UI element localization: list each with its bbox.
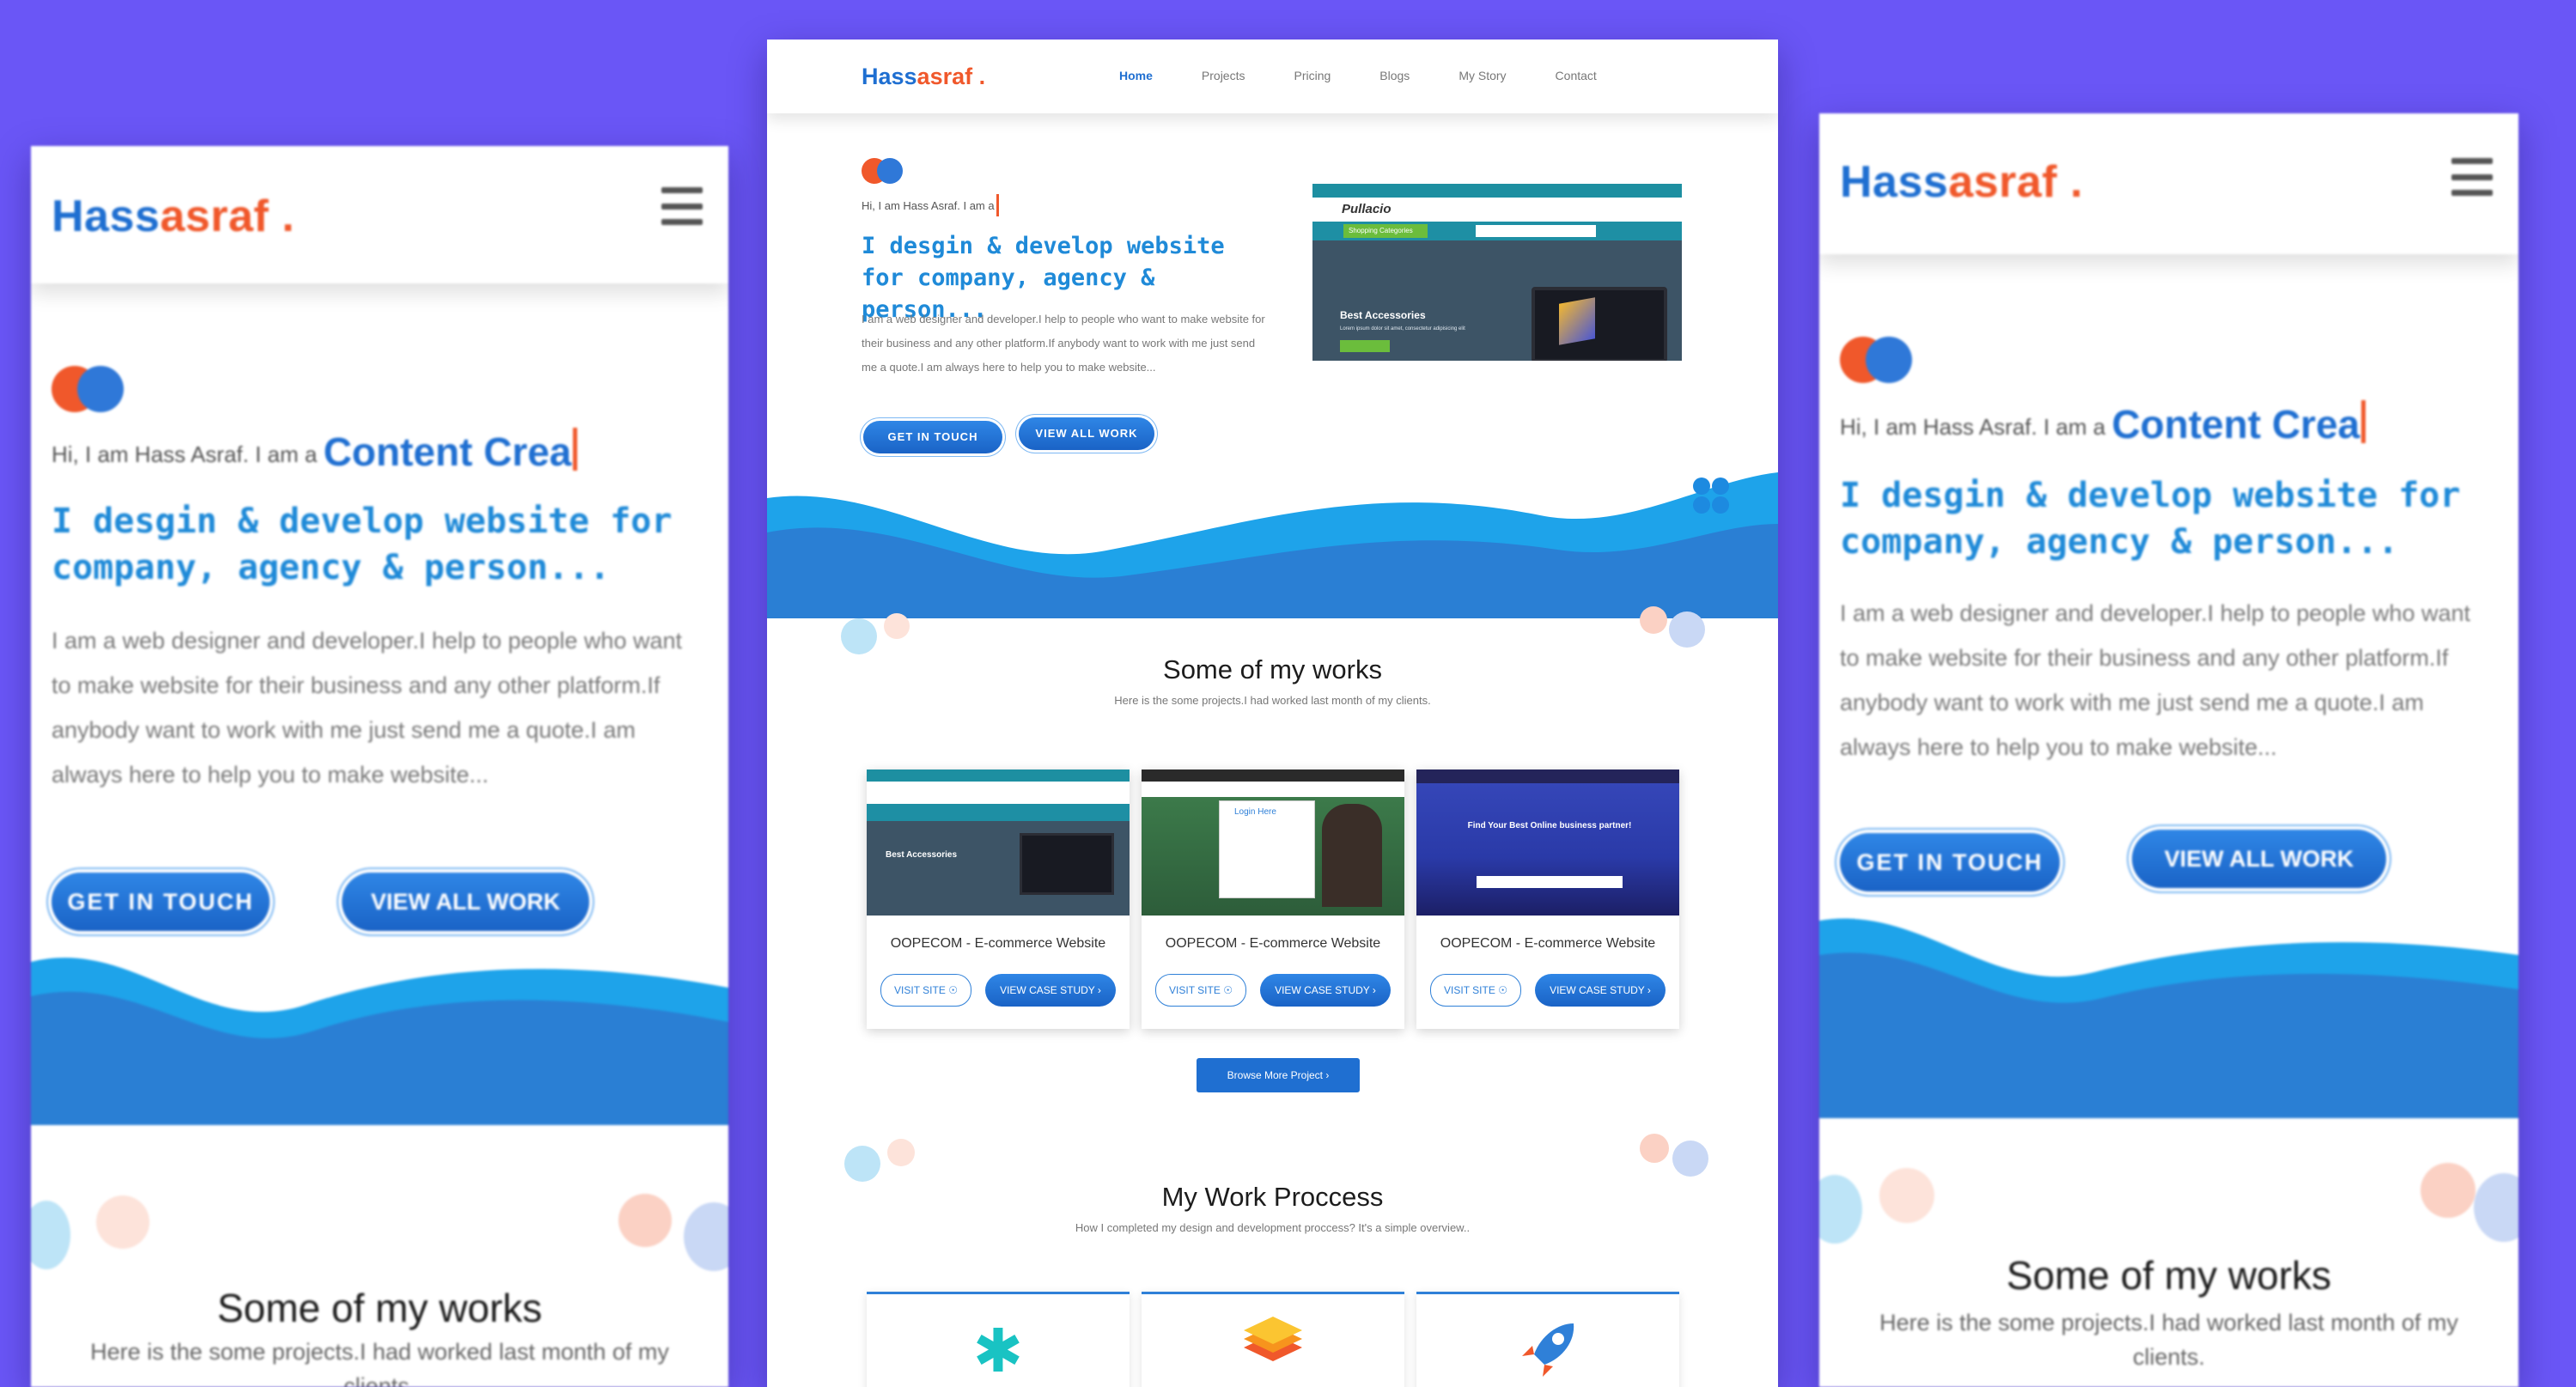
mobile-header: Hassasraf .: [1819, 113, 2518, 254]
hero-dots-icon: [862, 158, 913, 189]
hero-headline: I desgin & develop website for company, …: [52, 502, 673, 587]
project-name: OOPECOM - E-commerce Website: [1440, 936, 1656, 951]
decor-bubble: [1640, 1134, 1669, 1163]
decor-bubble: [1640, 606, 1667, 634]
decor-bubble: [618, 1194, 672, 1247]
view-case-study-button[interactable]: VIEW CASE STUDY ›: [1535, 974, 1666, 1007]
works-subtitle: Here is the some projects.I had worked l…: [1879, 1310, 2458, 1370]
typing-cursor: [573, 428, 578, 471]
decor-bubble: [1669, 611, 1705, 648]
decor-bubble: [31, 1201, 70, 1269]
hero-paragraph: I am a web designer and developer.I help…: [862, 313, 1265, 374]
typed-text: Content Crea: [323, 429, 572, 474]
works-title: Some of my works: [216, 1286, 543, 1330]
hero-intro: Hi, I am Hass Asraf. I am a Content Crea: [1840, 400, 2366, 447]
project-name: OOPECOM - E-commerce Website: [1165, 936, 1381, 951]
nav-pricing[interactable]: Pricing: [1294, 69, 1331, 82]
globe-icon: ☉: [1223, 984, 1233, 996]
mobile-preview-right: Hassasraf . Hi, I am Hass Asraf. I am a …: [1819, 113, 2518, 1387]
hamburger-menu-icon[interactable]: [661, 187, 703, 225]
view-case-study-button[interactable]: VIEW CASE STUDY ›: [985, 974, 1116, 1007]
mobile-preview-left: Hassasraf . Hi, I am Hass Asraf. I am a …: [31, 146, 728, 1387]
project-card: Login Here OOPECOM - E-commerce Website …: [1142, 770, 1404, 1029]
decor-bubble: [684, 1202, 728, 1271]
process-title: My Work Proccess: [1161, 1182, 1384, 1212]
hero-headline: I desgin & develop website for company, …: [1840, 476, 2461, 562]
works-title: Some of my works: [1163, 654, 1382, 684]
project-screenshot: Login Here: [1142, 770, 1404, 916]
hero-wave: [767, 472, 1778, 618]
desktop-preview: Hassasraf . Home Projects Pricing Blogs …: [767, 40, 1778, 1387]
view-all-work-button[interactable]: VIEW ALL WORK: [2132, 830, 2386, 888]
globe-icon: ☉: [948, 984, 958, 996]
works-subtitle: Here is the some projects.I had worked l…: [1114, 694, 1431, 707]
chevron-right-icon: ›: [1097, 984, 1101, 996]
project-screenshot: Find Your Best Online business partner!: [1416, 770, 1679, 916]
hero-dots-icon: [1840, 337, 1926, 388]
process-card: ✱: [867, 1292, 1130, 1387]
view-all-work-button[interactable]: VIEW ALL WORK: [1019, 417, 1154, 450]
project-card: Best Accessories OOPECOM - E-commerce We…: [867, 770, 1130, 1029]
hero-wave: [1819, 918, 2518, 1118]
chevron-right-icon: ›: [1647, 984, 1651, 996]
decor-bubble: [2421, 1163, 2476, 1218]
logo[interactable]: Hassasraf .: [52, 191, 295, 242]
hero-paragraph: I am a web designer and developer.I help…: [52, 628, 682, 788]
process-card: [1416, 1292, 1679, 1387]
visit-site-button[interactable]: VISIT SITE ☉: [1155, 974, 1246, 1007]
chevron-right-icon: ›: [1372, 984, 1376, 996]
chevron-right-icon: ›: [1325, 1069, 1330, 1081]
hamburger-menu-icon[interactable]: [2451, 158, 2493, 196]
decor-bubble: [844, 1146, 880, 1182]
nav-projects[interactable]: Projects: [1202, 69, 1245, 82]
view-case-study-button[interactable]: VIEW CASE STUDY ›: [1260, 974, 1391, 1007]
works-subtitle: Here is the some projects.I had worked l…: [90, 1339, 669, 1387]
decor-bubble: [1672, 1141, 1708, 1177]
project-name: OOPECOM - E-commerce Website: [890, 936, 1106, 951]
typing-cursor: [996, 194, 999, 216]
layers-icon: [1239, 1317, 1307, 1385]
screenshot-logo: Pullacio: [1342, 202, 1392, 216]
hero-dots-icon: [52, 366, 137, 417]
decor-bubble: [96, 1195, 149, 1249]
get-in-touch-button[interactable]: GET IN TOUCH: [1840, 833, 2060, 891]
typing-cursor: [2361, 400, 2366, 443]
process-subtitle: How I completed my design and developmen…: [1075, 1221, 1471, 1234]
flower-icon: [1693, 478, 1731, 515]
hero-website-screenshot: Pullacio Shopping Categories Best Access…: [1312, 184, 1682, 361]
nav-my-story[interactable]: My Story: [1459, 69, 1506, 82]
puzzle-icon: ✱: [972, 1317, 1024, 1384]
hero-intro: Hi, I am Hass Asraf. I am a: [862, 194, 999, 216]
decor-bubble: [1879, 1168, 1934, 1223]
project-screenshot: Best Accessories: [867, 770, 1130, 916]
hero-intro: Hi, I am Hass Asraf. I am a Content Crea: [52, 428, 578, 475]
visit-site-button[interactable]: VISIT SITE ☉: [1430, 974, 1521, 1007]
works-title: Some of my works: [2006, 1253, 2332, 1298]
decor-bubble: [1819, 1175, 1862, 1244]
decor-bubble: [884, 613, 910, 639]
typed-text: Content Crea: [2111, 402, 2360, 447]
mobile-header: Hassasraf .: [31, 146, 728, 283]
hero-wave: [31, 958, 728, 1125]
laptop-image: [1532, 287, 1667, 361]
desktop-header: Hassasraf . Home Projects Pricing Blogs …: [767, 40, 1778, 113]
hero-paragraph: I am a web designer and developer.I help…: [1840, 600, 2470, 760]
nav-blogs[interactable]: Blogs: [1379, 69, 1410, 82]
project-card: Find Your Best Online business partner! …: [1416, 770, 1679, 1029]
globe-icon: ☉: [1498, 984, 1507, 996]
rocket-icon: [1513, 1317, 1582, 1385]
decor-bubble: [887, 1139, 915, 1166]
nav-contact[interactable]: Contact: [1556, 69, 1597, 82]
decor-bubble: [841, 618, 877, 654]
decor-bubble: [2474, 1173, 2518, 1242]
main-nav: Home Projects Pricing Blogs My Story Con…: [1119, 69, 1646, 82]
logo[interactable]: Hassasraf .: [862, 64, 985, 90]
nav-home[interactable]: Home: [1119, 69, 1153, 82]
logo[interactable]: Hassasraf .: [1840, 156, 2083, 208]
process-card: [1142, 1292, 1404, 1387]
visit-site-button[interactable]: VISIT SITE ☉: [880, 974, 971, 1007]
browse-more-button[interactable]: Browse More Project ›: [1197, 1058, 1360, 1092]
